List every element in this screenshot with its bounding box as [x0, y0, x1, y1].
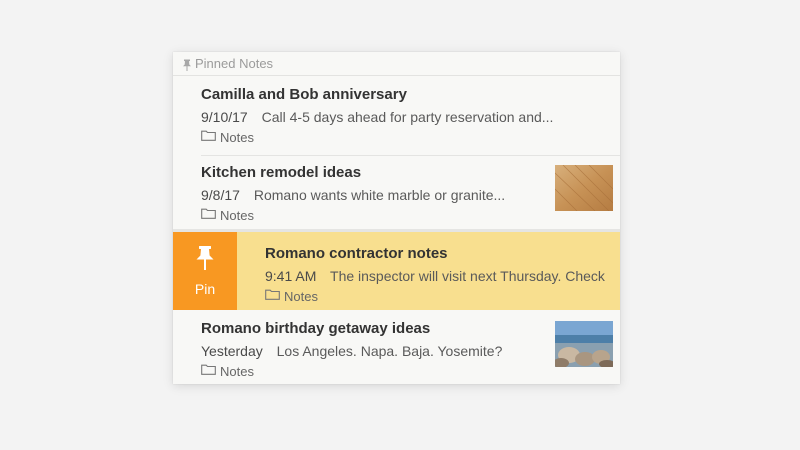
note-list-item[interactable]: Kitchen remodel ideas 9/8/17 Romano want… — [173, 154, 620, 230]
wood-floor-thumbnail — [554, 164, 614, 212]
note-preview: Romano wants white marble or granite... — [253, 187, 506, 203]
beach-thumbnail — [553, 321, 615, 368]
note-content: Romano contractor notes 9:41 AM The insp… — [173, 232, 620, 310]
folder-icon — [265, 287, 280, 305]
note-folder: Notes — [265, 287, 318, 305]
note-folder: Notes — [201, 362, 254, 380]
note-date: 9:41 AM — [265, 268, 317, 284]
note-meta: 9/10/17 Call 4-5 days ahead for party re… — [201, 109, 553, 125]
folder-label: Notes — [220, 129, 254, 145]
note-date: 9/10/17 — [201, 109, 248, 125]
note-list-item-swiped[interactable]: Pin Romano contractor notes 9:41 AM The … — [173, 232, 620, 310]
folder-label: Notes — [220, 363, 254, 379]
pinned-notes-header: Pinned Notes — [173, 52, 620, 76]
note-title: Camilla and Bob anniversary — [201, 86, 407, 103]
note-preview: The inspector will visit next Thursday. … — [330, 268, 605, 284]
pin-icon — [182, 58, 192, 71]
note-list-item[interactable]: Romano birthday getaway ideas Yesterday … — [173, 310, 620, 384]
section-title: Pinned Notes — [195, 56, 274, 71]
notes-list-panel: Pinned Notes Camilla and Bob anniversary… — [173, 52, 620, 384]
note-meta: 9/8/17 Romano wants white marble or gran… — [201, 187, 505, 203]
folder-icon — [201, 362, 216, 380]
note-meta: Yesterday Los Angeles. Napa. Baja. Yosem… — [201, 343, 502, 359]
note-list-item[interactable]: Camilla and Bob anniversary 9/10/17 Call… — [173, 76, 620, 154]
folder-label: Notes — [284, 288, 318, 304]
note-title: Romano birthday getaway ideas — [201, 320, 431, 337]
folder-label: Notes — [220, 207, 254, 223]
note-date: 9/8/17 — [201, 187, 240, 203]
note-preview: Call 4-5 days ahead for party reservatio… — [261, 109, 554, 125]
note-meta: 9:41 AM The inspector will visit next Th… — [265, 268, 605, 284]
note-folder: Notes — [201, 206, 254, 224]
folder-icon — [201, 206, 216, 224]
note-folder: Notes — [201, 128, 254, 146]
note-date: Yesterday — [201, 343, 263, 359]
note-title: Romano contractor notes — [265, 245, 448, 262]
note-preview: Los Angeles. Napa. Baja. Yosemite? — [276, 343, 503, 359]
folder-icon — [201, 128, 216, 146]
note-title: Kitchen remodel ideas — [201, 164, 362, 181]
